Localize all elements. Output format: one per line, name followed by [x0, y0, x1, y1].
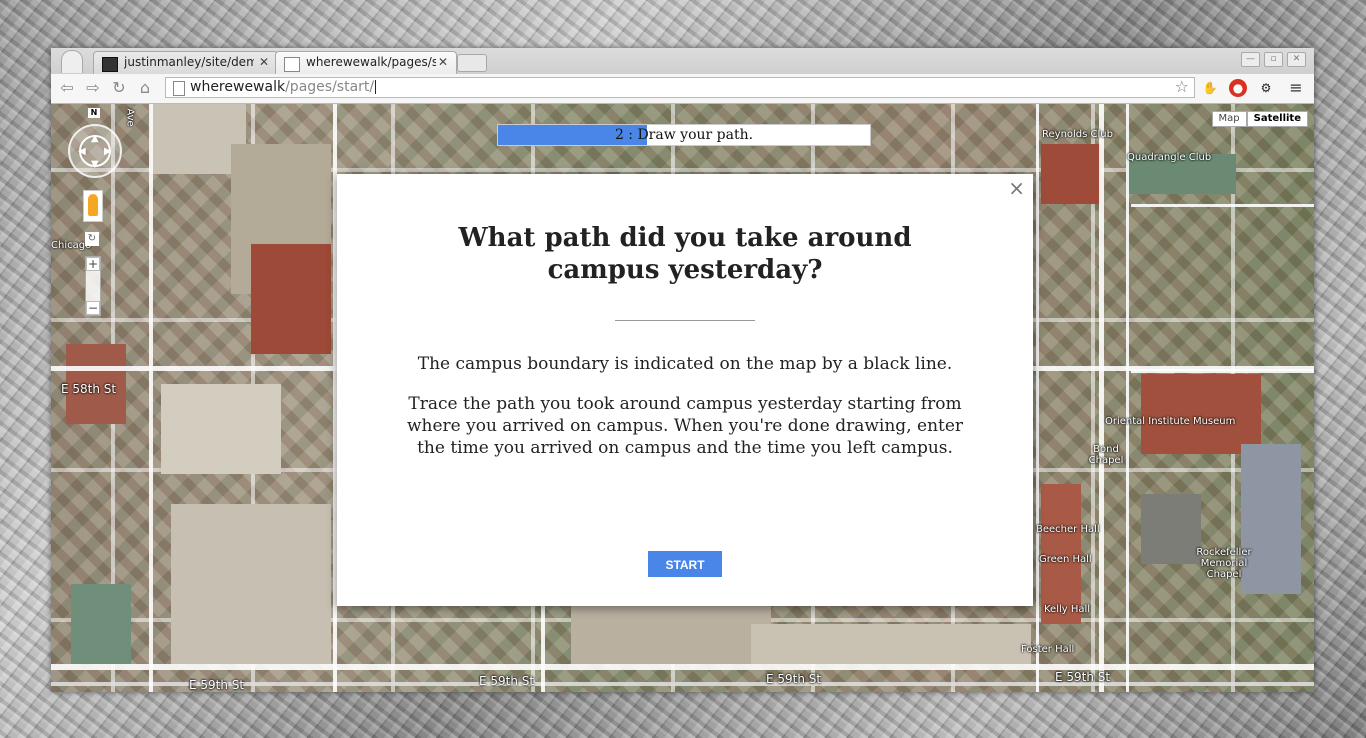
- place-label: Oriental Institute Museum: [1105, 416, 1236, 427]
- street-label: E 59th St: [189, 678, 245, 692]
- zoom-out-button[interactable]: −: [86, 301, 100, 315]
- pan-left-icon[interactable]: ◀: [78, 146, 86, 157]
- minimize-button[interactable]: —: [1241, 52, 1260, 67]
- maximize-button[interactable]: ▫: [1264, 52, 1283, 67]
- modal-paragraph-1: The campus boundary is indicated on the …: [417, 354, 953, 374]
- place-label: Quadrangle Club: [1127, 152, 1212, 163]
- tab-title: justinmanley/site/dem: [124, 55, 254, 69]
- extension-hand-icon[interactable]: ✋: [1201, 79, 1219, 97]
- tab-justinmanley[interactable]: justinmanley/site/dem ✕: [93, 51, 278, 74]
- progress-label: 2 : Draw your path.: [614, 127, 754, 143]
- place-label: Green Hall: [1039, 554, 1092, 565]
- place-label: Rockefeller Memorial Chapel: [1196, 547, 1252, 580]
- map-type-control: Map Satellite: [1211, 111, 1308, 127]
- step-progress-bar: 2 : Draw your path.: [497, 124, 871, 146]
- street-label: E 59th St: [766, 672, 822, 686]
- tab-wherewewalk[interactable]: wherewewalk/pages/s ✕: [275, 51, 457, 74]
- pan-right-icon[interactable]: ▶: [104, 146, 112, 157]
- bookmark-star-icon[interactable]: ☆: [1175, 77, 1189, 96]
- tab-strip: justinmanley/site/dem ✕ wherewewalk/page…: [51, 48, 1314, 74]
- street-label: E 59th St: [479, 674, 535, 688]
- zoom-in-button[interactable]: +: [86, 257, 100, 271]
- place-label: Kelly Hall: [1044, 604, 1091, 615]
- place-label: Reynolds Club: [1042, 129, 1113, 140]
- modal-title: What path did you take around campus yes…: [458, 223, 912, 285]
- map-type-map-button[interactable]: Map: [1211, 111, 1247, 127]
- address-bar[interactable]: wherewewalk/pages/start/ ☆: [165, 77, 1195, 98]
- zoom-control: + −: [85, 256, 101, 316]
- new-tab-button[interactable]: [457, 54, 487, 72]
- tab-title: wherewewalk/pages/s: [306, 55, 436, 69]
- satellite-map[interactable]: E 58th St E 59th St E 59th St E 59th St …: [51, 104, 1314, 692]
- pan-up-icon[interactable]: ▲: [91, 133, 99, 144]
- browser-window: justinmanley/site/dem ✕ wherewewalk/page…: [51, 48, 1314, 692]
- toolbar: ⇦ ⇨ ↻ ⌂ wherewewalk/pages/start/ ☆ ✋ ● ⚙…: [51, 74, 1314, 104]
- street-view-pegman-icon[interactable]: [83, 190, 103, 222]
- url-path: /pages/start/: [285, 79, 375, 95]
- profile-icon[interactable]: [61, 50, 83, 73]
- place-label: Foster Hall: [1021, 644, 1075, 655]
- pan-down-icon[interactable]: ▼: [91, 159, 99, 170]
- reload-icon[interactable]: ↻: [109, 78, 129, 98]
- photo-favicon-icon: [102, 57, 118, 72]
- page-icon: [173, 81, 185, 96]
- pan-control[interactable]: ▲ ▼ ◀ ▶: [68, 124, 122, 178]
- url-host: wherewewalk: [190, 79, 286, 95]
- close-tab-icon[interactable]: ✕: [438, 55, 448, 69]
- close-tab-icon[interactable]: ✕: [259, 55, 269, 69]
- street-label: Ave: [124, 108, 136, 127]
- instructions-modal: × What path did you take around campus y…: [337, 174, 1033, 606]
- forward-icon[interactable]: ⇨: [83, 78, 103, 98]
- rotate-icon[interactable]: ↻: [85, 232, 99, 246]
- window-close-button[interactable]: ✕: [1287, 52, 1306, 67]
- street-label: E 59th St: [1055, 670, 1111, 684]
- divider: [615, 320, 755, 321]
- menu-icon[interactable]: ≡: [1287, 79, 1305, 97]
- extension-gear-icon[interactable]: ⚙: [1257, 79, 1275, 97]
- compass-north-label: N: [88, 108, 100, 118]
- page-favicon-icon: [284, 57, 300, 72]
- place-label: Bond Chapel: [1088, 444, 1124, 466]
- map-type-satellite-button[interactable]: Satellite: [1246, 111, 1308, 127]
- place-label: Beecher Hall: [1036, 524, 1100, 535]
- street-label: E 58th St: [61, 382, 117, 396]
- extension-stop-icon[interactable]: ●: [1229, 79, 1247, 97]
- home-icon[interactable]: ⌂: [135, 78, 155, 98]
- start-button[interactable]: START: [648, 551, 722, 577]
- close-icon[interactable]: ×: [1008, 176, 1025, 200]
- modal-paragraph-2: Trace the path you took around campus ye…: [406, 394, 964, 458]
- back-icon[interactable]: ⇦: [57, 78, 77, 98]
